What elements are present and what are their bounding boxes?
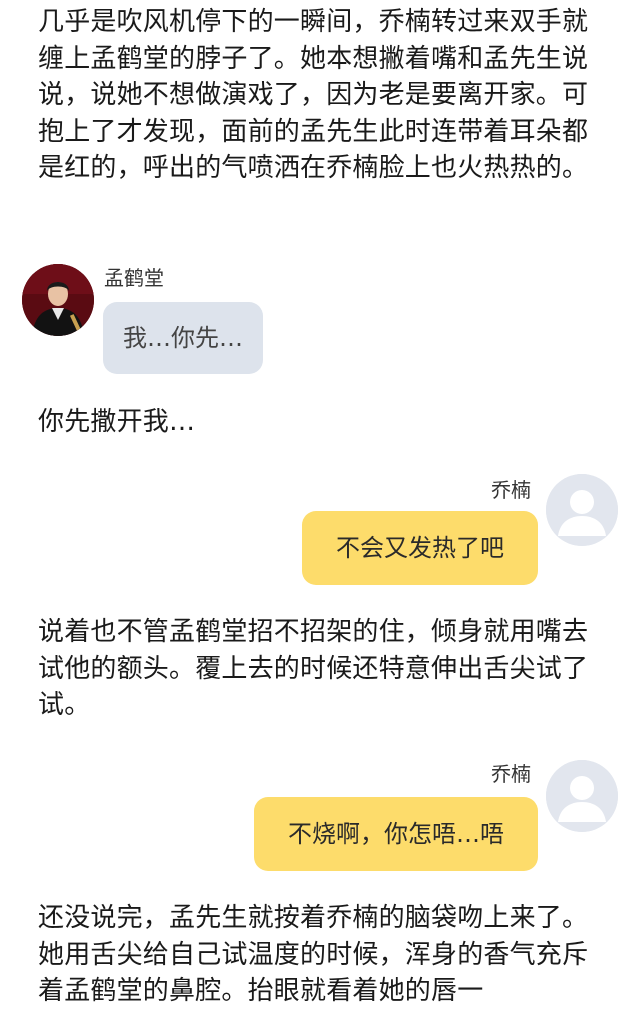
default-person-avatar-icon (546, 474, 618, 546)
story-page: 几乎是吹风机停下的一瞬间，乔楠转过来双手就缠上孟鹤堂的脖子了。她本想撇着嘴和孟先… (0, 0, 640, 1013)
chat-bubble: 我…你先… (103, 302, 263, 374)
story-paragraph: 还没说完，孟先生就按着乔楠的脑袋吻上来了。她用舌尖给自己试温度的时候，浑身的香气… (38, 903, 589, 1007)
avatar[interactable] (546, 474, 618, 546)
avatar[interactable] (546, 760, 618, 832)
sender-name: 乔楠 (491, 762, 531, 786)
chat-bubble: 不会又发热了吧 (302, 511, 538, 585)
story-paragraph: 你先撒开我… (38, 407, 196, 437)
sender-name: 孟鹤堂 (104, 266, 164, 290)
person-photo-avatar (22, 264, 94, 336)
story-paragraph: 几乎是吹风机停下的一瞬间，乔楠转过来双手就缠上孟鹤堂的脖子了。她本想撇着嘴和孟先… (38, 7, 589, 184)
avatar[interactable] (22, 264, 94, 336)
chat-bubble: 不烧啊，你怎唔…唔 (254, 797, 538, 871)
story-paragraph: 说着也不管孟鹤堂招不招架的住，倾身就用嘴去试他的额头。覆上去的时候还特意伸出舌尖… (38, 617, 589, 721)
default-person-avatar-icon (546, 760, 618, 832)
sender-name: 乔楠 (491, 478, 531, 502)
